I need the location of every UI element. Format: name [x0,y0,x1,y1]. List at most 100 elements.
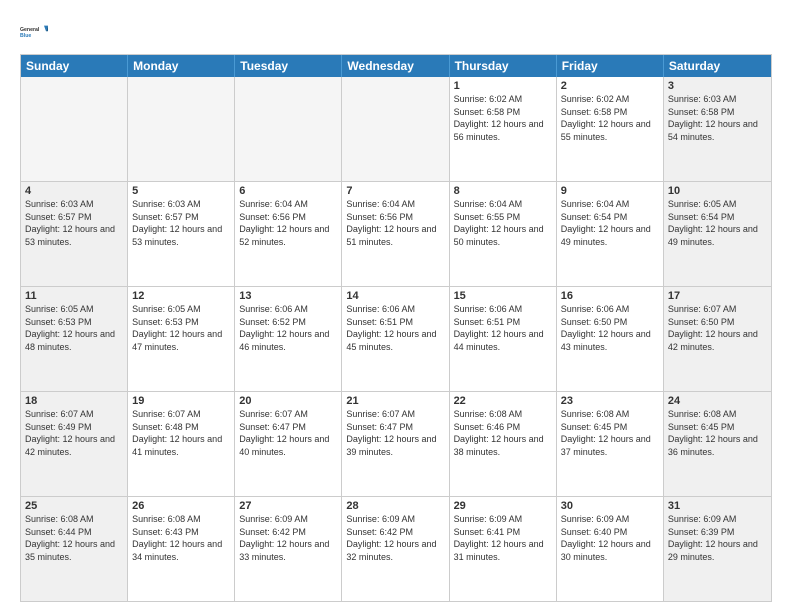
cell-info: Sunrise: 6:08 AMSunset: 6:46 PMDaylight:… [454,408,552,458]
empty-cell [128,77,235,181]
day-number: 13 [239,290,337,302]
day-cell-15: 15Sunrise: 6:06 AMSunset: 6:51 PMDayligh… [450,287,557,391]
day-cell-3: 3Sunrise: 6:03 AMSunset: 6:58 PMDaylight… [664,77,771,181]
day-number: 1 [454,80,552,92]
day-cell-18: 18Sunrise: 6:07 AMSunset: 6:49 PMDayligh… [21,392,128,496]
day-number: 9 [561,185,659,197]
day-number: 7 [346,185,444,197]
cell-info: Sunrise: 6:03 AMSunset: 6:58 PMDaylight:… [668,93,767,143]
day-cell-26: 26Sunrise: 6:08 AMSunset: 6:43 PMDayligh… [128,497,235,601]
day-cell-6: 6Sunrise: 6:04 AMSunset: 6:56 PMDaylight… [235,182,342,286]
empty-cell [342,77,449,181]
day-cell-21: 21Sunrise: 6:07 AMSunset: 6:47 PMDayligh… [342,392,449,496]
cell-info: Sunrise: 6:03 AMSunset: 6:57 PMDaylight:… [25,198,123,248]
cell-info: Sunrise: 6:09 AMSunset: 6:40 PMDaylight:… [561,513,659,563]
page: General Blue SundayMondayTuesdayWednesda… [0,0,792,612]
day-number: 16 [561,290,659,302]
cell-info: Sunrise: 6:08 AMSunset: 6:45 PMDaylight:… [561,408,659,458]
svg-text:General: General [20,27,40,33]
day-number: 22 [454,395,552,407]
day-number: 28 [346,500,444,512]
cell-info: Sunrise: 6:05 AMSunset: 6:53 PMDaylight:… [25,303,123,353]
day-cell-30: 30Sunrise: 6:09 AMSunset: 6:40 PMDayligh… [557,497,664,601]
cell-info: Sunrise: 6:05 AMSunset: 6:53 PMDaylight:… [132,303,230,353]
cell-info: Sunrise: 6:04 AMSunset: 6:54 PMDaylight:… [561,198,659,248]
day-cell-7: 7Sunrise: 6:04 AMSunset: 6:56 PMDaylight… [342,182,449,286]
day-header-wednesday: Wednesday [342,55,449,77]
cell-info: Sunrise: 6:07 AMSunset: 6:48 PMDaylight:… [132,408,230,458]
day-cell-19: 19Sunrise: 6:07 AMSunset: 6:48 PMDayligh… [128,392,235,496]
cell-info: Sunrise: 6:06 AMSunset: 6:52 PMDaylight:… [239,303,337,353]
day-number: 18 [25,395,123,407]
cell-info: Sunrise: 6:09 AMSunset: 6:42 PMDaylight:… [346,513,444,563]
day-cell-1: 1Sunrise: 6:02 AMSunset: 6:58 PMDaylight… [450,77,557,181]
cell-info: Sunrise: 6:08 AMSunset: 6:44 PMDaylight:… [25,513,123,563]
day-cell-24: 24Sunrise: 6:08 AMSunset: 6:45 PMDayligh… [664,392,771,496]
day-cell-8: 8Sunrise: 6:04 AMSunset: 6:55 PMDaylight… [450,182,557,286]
day-number: 27 [239,500,337,512]
day-header-friday: Friday [557,55,664,77]
day-header-sunday: Sunday [21,55,128,77]
cell-info: Sunrise: 6:04 AMSunset: 6:55 PMDaylight:… [454,198,552,248]
day-cell-9: 9Sunrise: 6:04 AMSunset: 6:54 PMDaylight… [557,182,664,286]
calendar-row-3: 18Sunrise: 6:07 AMSunset: 6:49 PMDayligh… [21,391,771,496]
day-cell-17: 17Sunrise: 6:07 AMSunset: 6:50 PMDayligh… [664,287,771,391]
day-number: 25 [25,500,123,512]
day-number: 17 [668,290,767,302]
day-cell-25: 25Sunrise: 6:08 AMSunset: 6:44 PMDayligh… [21,497,128,601]
calendar-row-0: 1 Sunrise: 6:02 AMSunset: 6:58 PMDaylight… [21,77,771,181]
day-cell-29: 29Sunrise: 6:09 AMSunset: 6:41 PMDayligh… [450,497,557,601]
calendar-row-2: 11Sunrise: 6:05 AMSunset: 6:53 PMDayligh… [21,286,771,391]
day-cell-11: 11Sunrise: 6:05 AMSunset: 6:53 PMDayligh… [21,287,128,391]
calendar: SundayMondayTuesdayWednesdayThursdayFrid… [20,54,772,602]
day-cell-4: 4Sunrise: 6:03 AMSunset: 6:57 PMDaylight… [21,182,128,286]
cell-info: Sunrise: 6:04 AMSunset: 6:56 PMDaylight:… [239,198,337,248]
day-header-saturday: Saturday [664,55,771,77]
day-number: 26 [132,500,230,512]
day-cell-27: 27Sunrise: 6:09 AMSunset: 6:42 PMDayligh… [235,497,342,601]
cell-info: Sunrise: 6:08 AMSunset: 6:43 PMDaylight:… [132,513,230,563]
day-cell-20: 20Sunrise: 6:07 AMSunset: 6:47 PMDayligh… [235,392,342,496]
cell-info: Sunrise: 6:06 AMSunset: 6:50 PMDaylight:… [561,303,659,353]
day-cell-2: 2Sunrise: 6:02 AMSunset: 6:58 PMDaylight… [557,77,664,181]
day-cell-12: 12Sunrise: 6:05 AMSunset: 6:53 PMDayligh… [128,287,235,391]
day-cell-23: 23Sunrise: 6:08 AMSunset: 6:45 PMDayligh… [557,392,664,496]
logo-icon: General Blue [20,18,48,46]
day-number: 6 [239,185,337,197]
calendar-header: SundayMondayTuesdayWednesdayThursdayFrid… [21,55,771,77]
day-cell-13: 13Sunrise: 6:06 AMSunset: 6:52 PMDayligh… [235,287,342,391]
day-number: 5 [132,185,230,197]
day-number: 12 [132,290,230,302]
cell-info: Sunrise: 6:09 AMSunset: 6:42 PMDaylight:… [239,513,337,563]
day-number: 31 [668,500,767,512]
cell-info: Sunrise: 6:09 AMSunset: 6:39 PMDaylight:… [668,513,767,563]
cell-info: Sunrise: 6:04 AMSunset: 6:56 PMDaylight:… [346,198,444,248]
cell-info: Sunrise: 6:05 AMSunset: 6:54 PMDaylight:… [668,198,767,248]
day-number: 10 [668,185,767,197]
calendar-row-1: 4Sunrise: 6:03 AMSunset: 6:57 PMDaylight… [21,181,771,286]
cell-info: Sunrise: 6:09 AMSunset: 6:41 PMDaylight:… [454,513,552,563]
day-number: 20 [239,395,337,407]
day-number: 19 [132,395,230,407]
day-number: 24 [668,395,767,407]
calendar-body: 1 Sunrise: 6:02 AMSunset: 6:58 PMDaylight… [21,77,771,601]
day-header-thursday: Thursday [450,55,557,77]
day-number: 23 [561,395,659,407]
cell-info: Sunrise: 6:07 AMSunset: 6:49 PMDaylight:… [25,408,123,458]
cell-info: Sunrise: 6:02 AMSunset: 6:58 PMDaylight:… [561,93,659,143]
cell-info: Sunrise: 6:03 AMSunset: 6:57 PMDaylight:… [132,198,230,248]
header: General Blue [20,18,772,46]
cell-info: Sunrise: 6:06 AMSunset: 6:51 PMDaylight:… [454,303,552,353]
day-number: 29 [454,500,552,512]
cell-info: Sunrise: 6:07 AMSunset: 6:47 PMDaylight:… [239,408,337,458]
day-number: 14 [346,290,444,302]
day-cell-14: 14Sunrise: 6:06 AMSunset: 6:51 PMDayligh… [342,287,449,391]
calendar-row-4: 25Sunrise: 6:08 AMSunset: 6:44 PMDayligh… [21,496,771,601]
day-cell-31: 31Sunrise: 6:09 AMSunset: 6:39 PMDayligh… [664,497,771,601]
empty-cell [235,77,342,181]
day-cell-16: 16Sunrise: 6:06 AMSunset: 6:50 PMDayligh… [557,287,664,391]
logo: General Blue [20,18,48,46]
day-number: 8 [454,185,552,197]
day-cell-22: 22Sunrise: 6:08 AMSunset: 6:46 PMDayligh… [450,392,557,496]
day-cell-5: 5Sunrise: 6:03 AMSunset: 6:57 PMDaylight… [128,182,235,286]
